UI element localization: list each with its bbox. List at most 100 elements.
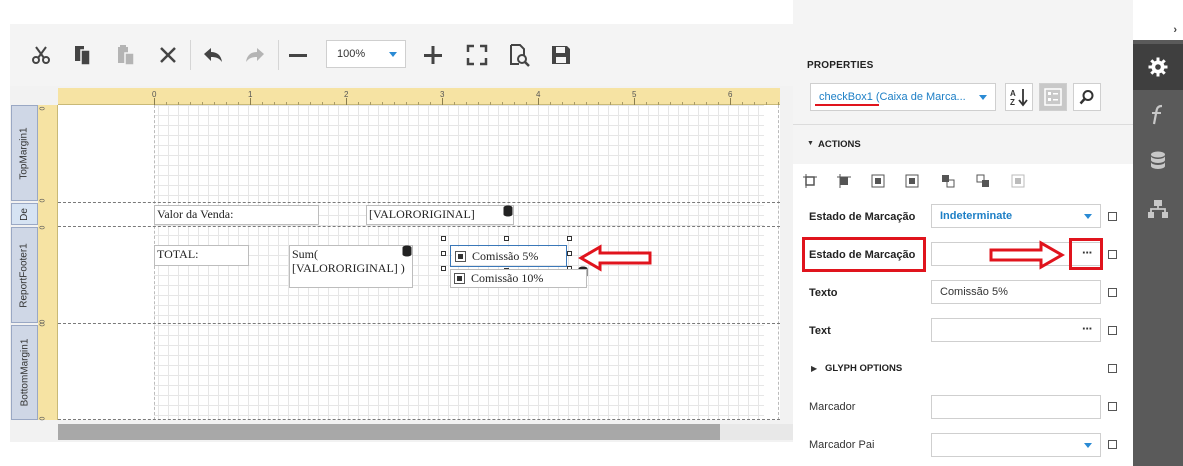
hierarchy-icon — [1148, 200, 1168, 218]
size-to-grid-icon[interactable] — [837, 174, 851, 188]
resize-handle[interactable] — [441, 236, 446, 241]
preview-button[interactable] — [504, 40, 534, 70]
tab-report-explorer[interactable] — [1133, 186, 1183, 232]
ruler-tick — [442, 98, 443, 105]
checkbox-label: Comissão 10% — [471, 271, 544, 285]
side-tab-top: › — [1133, 0, 1183, 40]
tab-expressions[interactable] — [1133, 92, 1183, 138]
report-designer-window: 100% 0 1 2 3 4 5 6 0 0 0 0 0 0 TopMargin… — [0, 0, 1183, 466]
ruler-number: 0 — [39, 416, 47, 421]
label-total[interactable]: TOTAL: — [154, 245, 249, 266]
database-icon — [503, 205, 513, 217]
scissors-icon — [32, 46, 50, 64]
categorized-view-button[interactable] — [1039, 83, 1067, 111]
horizontal-scrollbar-thumb[interactable] — [58, 424, 720, 440]
red-highlight-ellipsis-annotation — [1069, 238, 1103, 270]
band-report-footer[interactable]: ReportFooter1 — [11, 227, 38, 323]
chevron-right-icon[interactable]: › — [1173, 24, 1177, 36]
center-vertically-icon[interactable] — [905, 174, 919, 188]
zoom-select[interactable]: 100% — [326, 40, 406, 68]
property-label: Estado de Marcação — [809, 211, 916, 223]
send-to-back-icon[interactable] — [976, 174, 990, 188]
bookmark-input[interactable] — [931, 395, 1101, 419]
resize-handle[interactable] — [504, 236, 509, 241]
label-text: TOTAL: — [157, 247, 199, 261]
property-value: Comissão 5% — [940, 286, 1008, 298]
field-sum[interactable]: Sum( [VALORORIGINAL] ) — [289, 245, 413, 288]
property-checkbox[interactable] — [1108, 364, 1117, 373]
triangle-right-icon[interactable]: ▶ — [811, 364, 817, 373]
chevron-down-icon — [1084, 214, 1092, 219]
fit-bounds-icon[interactable] — [1011, 174, 1025, 188]
field-text: Sum( — [292, 247, 319, 261]
database-icon — [402, 245, 412, 257]
cut-button[interactable] — [26, 40, 56, 70]
parent-bookmark-select[interactable] — [931, 433, 1101, 457]
side-tab-bar: › — [1133, 0, 1183, 466]
property-checkbox[interactable] — [1108, 402, 1117, 411]
center-horizontally-icon[interactable] — [871, 174, 885, 188]
fit-page-button[interactable] — [462, 40, 492, 70]
tab-field-list[interactable] — [1133, 138, 1183, 184]
band-top-margin[interactable]: TopMargin1 — [11, 105, 38, 201]
property-checkbox[interactable] — [1108, 288, 1117, 297]
property-checkbox[interactable] — [1108, 326, 1117, 335]
property-label: Text — [809, 325, 831, 337]
paste-icon — [118, 45, 135, 66]
gear-icon — [1148, 57, 1168, 77]
tab-properties[interactable] — [1133, 44, 1183, 90]
delete-button[interactable] — [153, 40, 183, 70]
band-label: TopMargin1 — [19, 126, 31, 180]
align-to-grid-icon[interactable] — [803, 174, 817, 188]
undo-button[interactable] — [198, 40, 228, 70]
actions-toolbar — [793, 164, 1133, 200]
database-icon — [1151, 151, 1165, 169]
field-valor-original[interactable]: [VALORORIGINAL] — [366, 205, 514, 225]
resize-handle[interactable] — [567, 251, 572, 256]
text-input[interactable]: Comissão 5% — [931, 280, 1101, 304]
property-value: Indeterminate — [940, 210, 1013, 222]
save-icon — [552, 46, 570, 64]
properties-panel: PROPERTIES checkBox1 (Caixa de Marca... … — [793, 0, 1133, 466]
right-margin-line — [778, 105, 779, 420]
red-arrow-left-annotation — [578, 244, 652, 272]
component-select[interactable]: checkBox1 (Caixa de Marca... — [810, 83, 996, 111]
redo-button[interactable] — [240, 40, 270, 70]
ellipsis-icon[interactable]: ··· — [1082, 321, 1093, 336]
component-select-value: checkBox1 (Caixa de Marca... — [819, 91, 966, 103]
ruler-number: 0 — [39, 106, 47, 111]
red-arrow-right-annotation — [989, 240, 1065, 270]
resize-handle[interactable] — [441, 266, 446, 271]
zoom-out-button[interactable] — [283, 40, 313, 70]
ruler-tick — [346, 98, 347, 105]
checkbox-glyph — [454, 273, 465, 284]
copy-button[interactable] — [68, 40, 98, 70]
property-checkbox[interactable] — [1108, 212, 1117, 221]
band-bottom-margin[interactable]: BottomMargin1 — [11, 325, 38, 420]
minus-icon — [289, 54, 307, 57]
bring-to-front-icon[interactable] — [941, 174, 955, 188]
paste-button[interactable] — [111, 40, 141, 70]
glyph-options-header[interactable]: GLYPH OPTIONS — [825, 363, 902, 374]
checkbox-comissao-10[interactable]: Comissão 10% — [450, 269, 587, 288]
property-label: Marcador — [809, 401, 856, 413]
band-separator — [58, 419, 780, 420]
property-checkbox[interactable] — [1108, 250, 1117, 259]
save-button[interactable] — [546, 40, 576, 70]
resize-handle[interactable] — [441, 251, 446, 256]
text-expression-input[interactable]: ··· — [931, 318, 1101, 342]
search-properties-button[interactable] — [1073, 83, 1101, 111]
ruler-number: 0 — [39, 225, 47, 230]
category-list-icon — [1044, 88, 1062, 106]
band-detail[interactable]: De — [11, 203, 38, 225]
actions-section-header[interactable]: ▼ ACTIONS — [793, 124, 1133, 164]
property-checkbox[interactable] — [1108, 440, 1117, 449]
checkstate-select[interactable]: Indeterminate — [931, 204, 1101, 228]
zoom-in-button[interactable] — [418, 40, 448, 70]
sort-alphabetical-button[interactable]: AZ — [1005, 83, 1033, 111]
actions-header: ACTIONS — [818, 139, 861, 150]
property-label: Marcador Pai — [809, 439, 875, 451]
label-valor-venda[interactable]: Valor da Venda: — [154, 205, 319, 225]
resize-handle[interactable] — [567, 236, 572, 241]
selection-outline — [450, 245, 567, 267]
